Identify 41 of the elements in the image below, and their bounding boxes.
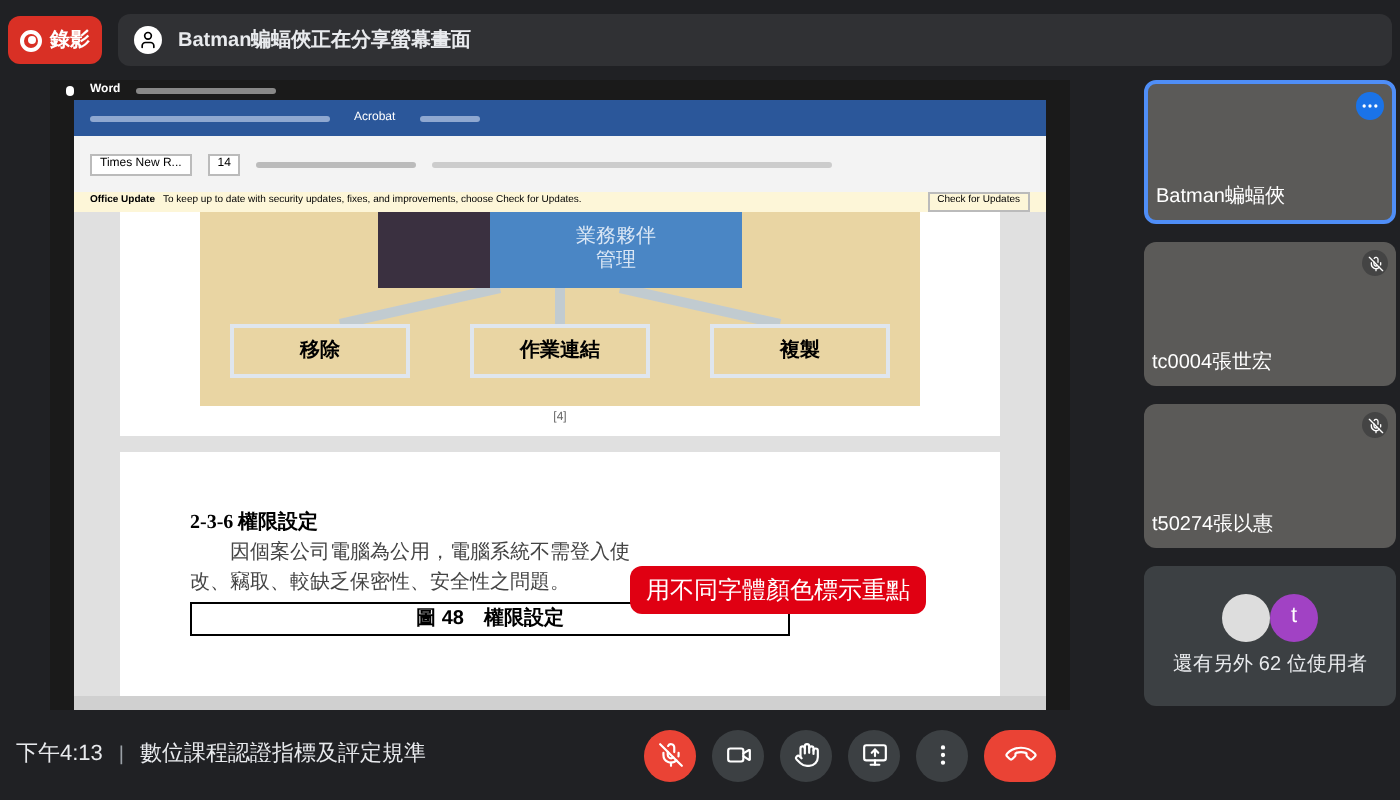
participant-name: tc0004張世宏 <box>1152 349 1273 378</box>
photo-placeholder <box>378 212 490 288</box>
separator: | <box>118 742 125 770</box>
paragraph-line: 因個案公司電腦為公用，電腦系統不需登入使 <box>230 539 630 568</box>
letter-avatar: t <box>1270 593 1318 641</box>
mic-off-glyph <box>1367 417 1383 433</box>
participant-name: Batman蝙蝠俠 <box>1156 183 1285 212</box>
participant-tile[interactable]: Batman蝙蝠俠 <box>1144 80 1396 224</box>
others-count: 還有另外 62 位使用者 <box>1173 651 1367 679</box>
box-text: 業務夥伴 <box>576 225 656 250</box>
record-button[interactable]: 錄影 <box>8 16 102 64</box>
hand-icon <box>793 742 819 768</box>
paragraph-line: 改、竊取、較缺乏保密性、安全性之問題。 <box>190 569 570 598</box>
meeting-time: 下午4:13 <box>16 740 103 771</box>
others-tile[interactable]: t 還有另外 62 位使用者 <box>1144 566 1396 706</box>
mic-off-glyph <box>1367 255 1383 271</box>
box-text: 管理 <box>596 250 636 275</box>
participant-tile[interactable]: t50274張以惠 <box>1144 404 1396 548</box>
camera-icon <box>725 742 751 768</box>
camera-button[interactable] <box>712 729 764 781</box>
figure-caption: 圖 48 權限設定 <box>416 604 564 634</box>
raise-hand-button[interactable] <box>780 729 832 781</box>
section-heading: 2-3-6 權限設定 <box>190 508 321 538</box>
participant-tile[interactable]: tc0004張世宏 <box>1144 242 1396 386</box>
end-call-button[interactable] <box>984 729 1056 781</box>
avatar-placeholder <box>1222 593 1270 641</box>
caption-overlay: 用不同字體顏色標示重點 <box>630 566 926 614</box>
mic-off-button[interactable] <box>644 729 696 781</box>
present-button[interactable] <box>848 729 900 781</box>
avatar-icon <box>134 26 162 54</box>
more-options-button[interactable] <box>1356 92 1384 120</box>
apple-icon <box>66 85 74 95</box>
mic-off-icon <box>657 742 683 768</box>
presenter-text: Batman蝙蝠俠正在分享螢幕畫面 <box>178 26 472 55</box>
meeting-title: 數位課程認證指標及評定規準 <box>140 739 427 771</box>
diagram-label: 作業連結 <box>470 324 650 378</box>
diagram-label: 移除 <box>230 324 410 378</box>
participant-name: t50274張以惠 <box>1152 511 1274 540</box>
screen-upload-icon <box>861 742 887 768</box>
record-icon <box>20 29 42 51</box>
diagram-label: 複製 <box>710 324 890 378</box>
